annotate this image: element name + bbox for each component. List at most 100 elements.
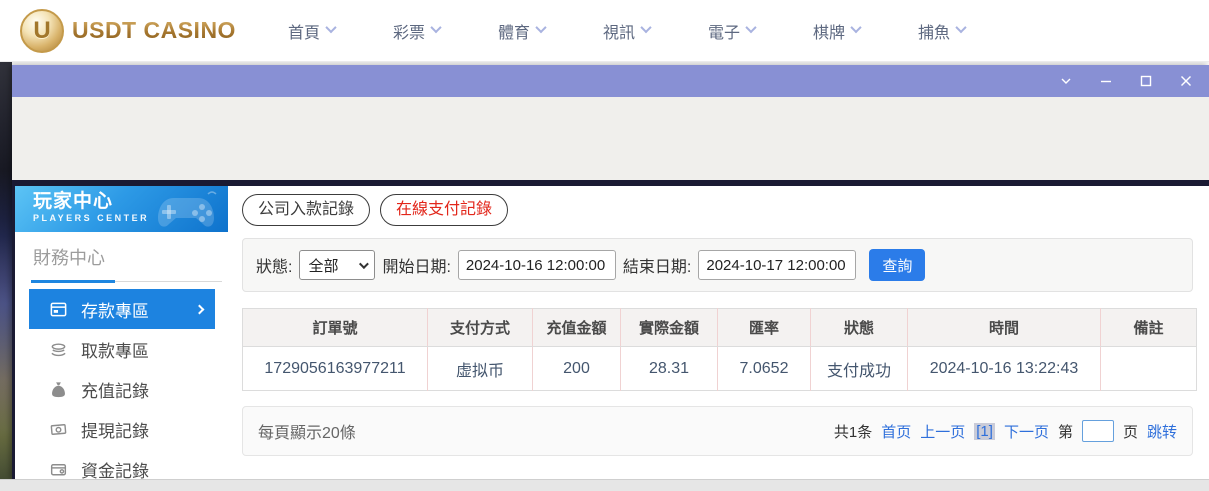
minimize-icon [1101, 80, 1111, 83]
nav-item-boardgames[interactable]: 棋牌 [813, 19, 862, 43]
sidebar-item-deposit-zone[interactable]: 存款專區 [29, 289, 215, 329]
chevron-down-icon [745, 21, 757, 33]
page-jump-input[interactable] [1081, 420, 1114, 442]
start-date-input[interactable] [457, 250, 616, 280]
next-page-link[interactable]: 下一页 [1004, 421, 1049, 442]
cell-actual-amount: 28.31 [620, 346, 718, 391]
logo-coin-icon: U [20, 8, 64, 53]
cell-exchange-rate: 7.0652 [717, 346, 811, 391]
end-date-input[interactable] [698, 250, 857, 280]
end-date-label: 結束日期: [622, 259, 692, 276]
table-header-row: 訂單號 支付方式 充值金額 實際金額 匯率 狀態 時間 備註 [242, 308, 1197, 347]
filter-panel: 狀態: 全部 開始日期: 結束日期: 查詢 [242, 238, 1193, 292]
sidebar-body: 財務中心 存款專區 取款專區 充值記錄 提現記錄 資金記錄 [15, 232, 228, 479]
window-titlebar [12, 65, 1209, 97]
close-icon [1181, 76, 1191, 86]
chevron-down-icon [325, 21, 337, 33]
window-minimize-button[interactable] [1093, 70, 1119, 92]
table-row: 1729056163977211 虚拟币 200 28.31 7.0652 支付… [242, 346, 1197, 391]
cell-remark [1100, 346, 1197, 391]
maximize-icon [1140, 75, 1152, 87]
pagination-panel: 每頁顯示20條 共1条 首页 上一页 [1] 下一页 第 页 跳转 [242, 406, 1193, 456]
current-page-indicator: [1] [974, 422, 995, 440]
wallet-icon [49, 460, 68, 479]
nav-item-lottery[interactable]: 彩票 [393, 19, 442, 43]
col-payment-method: 支付方式 [427, 308, 533, 347]
chevron-right-icon [194, 304, 205, 314]
pager: 共1条 首页 上一页 [1] 下一页 第 页 跳转 [834, 420, 1177, 442]
chevron-down-icon [1061, 78, 1071, 84]
window-maximize-button[interactable] [1133, 70, 1159, 92]
records-table: 訂單號 支付方式 充值金額 實際金額 匯率 狀態 時間 備註 172905616 [242, 308, 1197, 391]
record-tabs: 公司入款記錄 在線支付記錄 [242, 194, 1193, 226]
nav-item-live[interactable]: 視訊 [603, 19, 652, 43]
jump-prefix-label: 第 [1057, 423, 1073, 441]
col-status: 狀態 [810, 308, 908, 347]
col-exchange-rate: 匯率 [717, 308, 811, 347]
sidebar-section-title: 財務中心 [33, 248, 105, 268]
page-size-text: 每頁顯示20條 [258, 425, 356, 442]
nav-label: 體育 [497, 24, 530, 42]
start-date-label: 開始日期: [382, 259, 451, 276]
withdraw-icon [49, 340, 68, 359]
cell-order-id: 1729056163977211 [242, 346, 428, 391]
col-order-id: 訂單號 [242, 308, 428, 347]
sidebar-item-label: 取款專區 [81, 341, 149, 361]
sidebar-item-recharge-records[interactable]: 充值記錄 [29, 369, 215, 409]
nav-label: 視訊 [603, 24, 636, 42]
chevron-down-icon [430, 21, 442, 33]
site-logo[interactable]: U USDT CASINO [20, 8, 236, 53]
money-bag-icon [49, 380, 68, 399]
sidebar-item-label: 提現記錄 [81, 421, 149, 441]
nav-item-fishing[interactable]: 捕魚 [918, 19, 967, 43]
chevron-down-icon [359, 258, 370, 269]
window-close-button[interactable] [1173, 70, 1199, 92]
sidebar-item-label: 資金記錄 [81, 461, 149, 480]
app-root: U USDT CASINO 首頁 彩票 體育 視訊 電子 棋牌 捕魚 玩家中心 … [0, 0, 1209, 491]
prev-page-link[interactable]: 上一页 [920, 421, 965, 442]
sidebar-item-withdraw-zone[interactable]: 取款專區 [29, 329, 215, 369]
logo-letter: U [33, 16, 51, 44]
deposit-icon [49, 300, 68, 319]
query-button[interactable]: 查詢 [869, 249, 926, 281]
first-page-link[interactable]: 首页 [881, 421, 911, 442]
nav-item-slots[interactable]: 電子 [708, 19, 757, 43]
sidebar-item-funds-records[interactable]: 資金記錄 [29, 449, 215, 479]
player-center-window: 玩家中心 PLAYERS CENTER 財務中心 存款專區 取款專區 充值記錄 … [12, 65, 1209, 479]
sidebar-item-label: 存款專區 [81, 301, 149, 321]
records-main: 公司入款記錄 在線支付記錄 狀態: 全部 開始日期: 結束日期: 查詢 [228, 186, 1209, 479]
window-blank-area [12, 97, 1209, 180]
nav-label: 首頁 [287, 24, 320, 42]
chevron-down-icon [640, 21, 652, 33]
jump-suffix-label: 页 [1122, 423, 1138, 441]
sidebar-header: 玩家中心 PLAYERS CENTER [15, 186, 228, 232]
cell-status: 支付成功 [810, 346, 908, 391]
chevron-down-icon [850, 21, 862, 33]
window-collapse-button[interactable] [1053, 70, 1079, 92]
status-select[interactable]: 全部 [299, 250, 376, 280]
cell-time: 2024-10-16 13:22:43 [907, 346, 1101, 391]
col-time: 時間 [907, 308, 1101, 347]
main-nav: 首頁 彩票 體育 視訊 電子 棋牌 捕魚 [287, 19, 967, 43]
logo-text: USDT CASINO [72, 17, 236, 43]
sidebar-item-withdrawal-records[interactable]: 提現記錄 [29, 409, 215, 449]
chevron-down-icon [535, 21, 547, 33]
col-remark: 備註 [1100, 308, 1197, 347]
jump-action-link[interactable]: 跳转 [1147, 421, 1177, 442]
section-divider [31, 280, 222, 283]
tab-company-deposit-records[interactable]: 公司入款記錄 [242, 194, 371, 226]
col-actual-amount: 實際金額 [620, 308, 718, 347]
site-topbar: U USDT CASINO 首頁 彩票 體育 視訊 電子 棋牌 捕魚 [0, 0, 1209, 62]
nav-item-home[interactable]: 首頁 [287, 19, 337, 43]
cell-recharge-amount: 200 [532, 346, 621, 391]
status-label: 狀態: [256, 259, 293, 276]
status-selected-value: 全部 [308, 257, 339, 275]
chevron-down-icon [955, 21, 967, 33]
tab-online-payment-records[interactable]: 在線支付記錄 [380, 194, 509, 226]
total-count-text: 共1条 [833, 423, 873, 441]
cell-payment-method: 虚拟币 [427, 346, 533, 391]
page-bottom-strip [0, 479, 1209, 491]
nav-label: 棋牌 [813, 24, 846, 42]
players-center-sidebar: 玩家中心 PLAYERS CENTER 財務中心 存款專區 取款專區 充值記錄 … [15, 186, 228, 479]
nav-item-sports[interactable]: 體育 [497, 19, 547, 43]
